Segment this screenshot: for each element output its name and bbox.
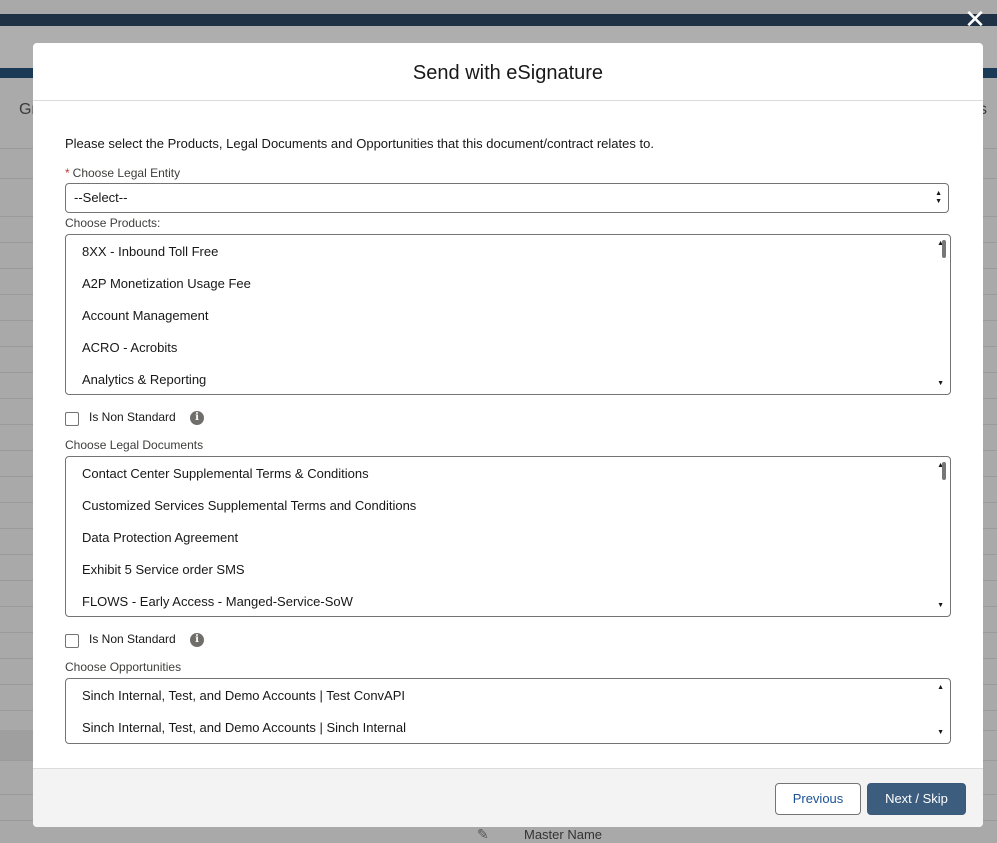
list-item[interactable]: Customized Services Supplemental Terms a… [82,498,416,513]
background-master-name: Master Name [524,827,603,842]
esignature-modal: Send with eSignature Please select the P… [33,43,983,827]
scrollbar-thumb[interactable] [942,240,946,258]
products-non-standard-label: Is Non Standard [89,410,176,424]
close-icon[interactable]: ✕ [962,6,988,32]
info-icon[interactable]: i [190,633,204,647]
list-item[interactable]: FLOWS - Early Access - Manged-Service-So… [82,594,353,609]
list-item[interactable]: Exhibit 5 Service order SMS [82,562,245,577]
background-header-bar [0,14,997,26]
list-item[interactable]: ACRO - Acrobits [82,340,177,355]
legal-entity-label: * Choose Legal Entity [65,166,181,180]
scrollbar-thumb[interactable] [942,462,946,480]
legal-entity-select[interactable]: --Select-- ▲ ▼ [65,183,949,213]
list-item[interactable]: Analytics & Reporting [82,372,206,387]
select-arrows-icon: ▲ ▼ [935,190,942,205]
legal-documents-non-standard-label: Is Non Standard [89,632,176,646]
modal-body: Please select the Products, Legal Docume… [33,101,983,768]
scroll-down-icon[interactable]: ▼ [937,380,944,387]
legal-documents-listbox[interactable]: Contact Center Supplemental Terms & Cond… [65,456,951,617]
next-skip-button[interactable]: Next / Skip [867,783,966,815]
list-item[interactable]: Contact Center Supplemental Terms & Cond… [82,466,369,481]
legal-entity-value: --Select-- [74,190,128,205]
products-label: Choose Products: [65,216,161,230]
legal-documents-label: Choose Legal Documents [65,438,204,452]
list-item[interactable]: Sinch Internal, Test, and Demo Accounts … [82,720,406,735]
info-icon[interactable]: i [190,411,204,425]
intro-text: Please select the Products, Legal Docume… [65,136,654,151]
products-listbox[interactable]: 8XX - Inbound Toll Free A2P Monetization… [65,234,951,395]
previous-button[interactable]: Previous [775,783,861,815]
list-item[interactable]: Account Management [82,308,208,323]
modal-footer: Previous Next / Skip [33,768,983,827]
list-item[interactable]: Data Protection Agreement [82,530,238,545]
legal-documents-non-standard-checkbox[interactable] [65,634,79,648]
list-item[interactable]: 8XX - Inbound Toll Free [82,244,218,259]
list-item[interactable]: A2P Monetization Usage Fee [82,276,251,291]
pencil-icon: ✎ [477,826,489,842]
modal-header: Send with eSignature [33,43,983,101]
background-row-block [0,730,33,760]
scroll-up-icon[interactable]: ▲ [937,684,944,691]
opportunities-listbox[interactable]: Sinch Internal, Test, and Demo Accounts … [65,678,951,744]
scroll-down-icon[interactable]: ▼ [937,729,944,736]
opportunities-label: Choose Opportunities [65,660,182,674]
products-non-standard-checkbox[interactable] [65,412,79,426]
scroll-down-icon[interactable]: ▼ [937,602,944,609]
list-item[interactable]: Sinch Internal, Test, and Demo Accounts … [82,688,405,703]
modal-title: Send with eSignature [412,62,604,84]
required-marker: * [65,166,70,180]
